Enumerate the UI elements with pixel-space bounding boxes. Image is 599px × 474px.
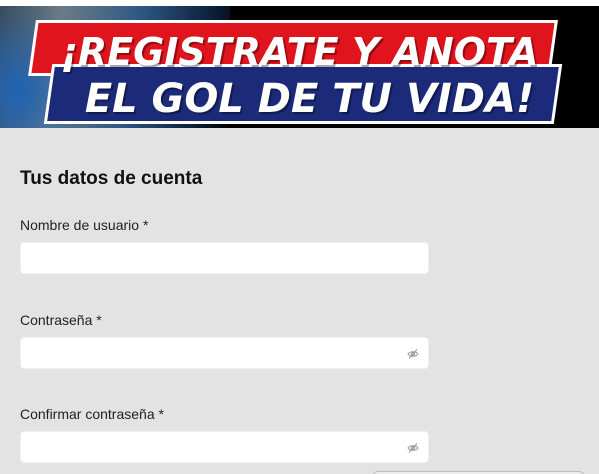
username-label: Nombre de usuario * [20,217,149,233]
account-form: Tus datos de cuenta Nombre de usuario * … [0,128,599,474]
banner-headline-line2: EL GOL DE TU VIDA! [84,76,535,122]
confirm-password-label: Confirmar contraseña * [20,406,164,422]
promo-banner: ¡REGISTRATE Y ANOTA EL GOL DE TU VIDA! [0,6,599,128]
password-input[interactable] [20,337,429,369]
registration-page: ¡REGISTRATE Y ANOTA EL GOL DE TU VIDA! T… [0,0,599,474]
form-title: Tus datos de cuenta [20,168,203,189]
confirm-password-input[interactable] [20,431,429,463]
eye-off-icon[interactable] [407,442,419,454]
banner-headline-line1: ¡REGISTRATE Y ANOTA [60,30,539,74]
username-input[interactable] [20,242,429,274]
eye-off-icon[interactable] [407,348,419,360]
password-label: Contraseña * [20,312,102,328]
